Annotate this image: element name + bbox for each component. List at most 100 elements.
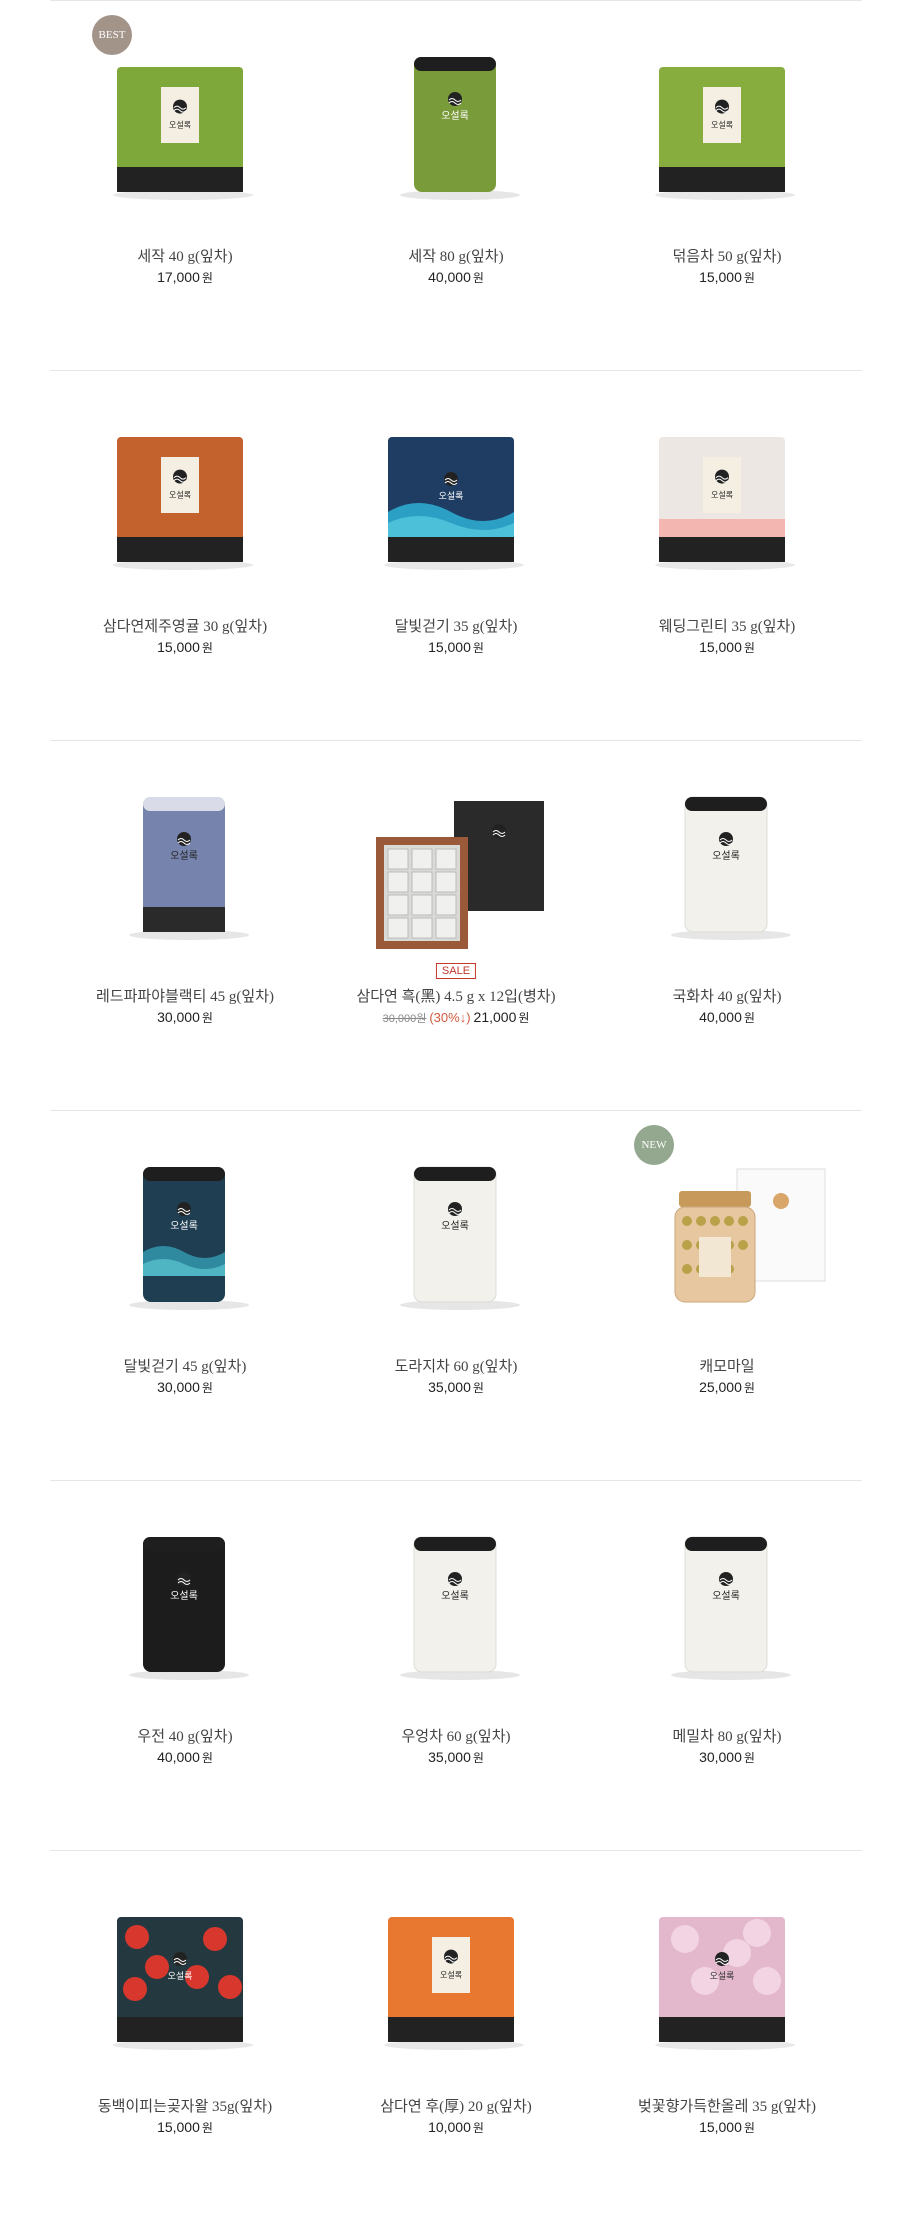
- product-card[interactable]: 오설록 웨딩그린티 35 g(잎차) 15,000 원: [592, 371, 862, 741]
- product-image[interactable]: 오설록: [592, 19, 862, 219]
- product-name[interactable]: 달빛걷기 35 g(잎차): [321, 615, 591, 636]
- product-card[interactable]: 오설록 삼다연제주영귤 30 g(잎차) 15,000 원: [50, 371, 320, 741]
- product-row: 오설록 삼다연제주영귤 30 g(잎차) 15,000 원 오설록 달빛걷기 35 g(잎…: [50, 370, 862, 740]
- product-image[interactable]: 오설록: [321, 1129, 591, 1329]
- price-value: 40,000: [699, 1009, 742, 1025]
- price-value: 17,000: [157, 269, 200, 285]
- product-card[interactable]: 오설록 달빛걷기 45 g(잎차) 30,000 원: [50, 1111, 320, 1481]
- product-name[interactable]: 삼다연 흑(黑) 4.5 g x 12입(병차): [321, 985, 591, 1006]
- product-image[interactable]: 오설록: [592, 1869, 862, 2069]
- currency-unit: 원: [201, 2121, 213, 2135]
- product-card[interactable]: 오설록동백이피는곶자왈 35g(잎차) 15,000 원: [50, 1851, 320, 2221]
- currency-unit: 원: [743, 1011, 755, 1025]
- white-pink-pouch-icon: 오설록: [655, 437, 795, 570]
- product-card[interactable]: 오설록덖음차 50 g(잎차) 15,000 원: [592, 1, 862, 371]
- product-price: 30,000원 (30%↓) 21,000 원: [321, 1009, 591, 1026]
- svg-text:오설록: 오설록: [441, 1590, 469, 1602]
- product-price: 35,000 원: [321, 1749, 591, 1766]
- original-price: 30,000원: [382, 1013, 427, 1025]
- green-pouch-icon: 오설록: [655, 67, 795, 200]
- product-card[interactable]: 오설록 레드파파야블랙티 45 g(잎차) 30,000 원: [50, 741, 320, 1111]
- product-image[interactable]: 오설록: [50, 759, 320, 959]
- product-name[interactable]: 국화차 40 g(잎차): [592, 985, 862, 1006]
- product-name[interactable]: 메밀차 80 g(잎차): [592, 1725, 862, 1746]
- product-image[interactable]: 오설록: [50, 389, 320, 589]
- product-image[interactable]: 오설록: [50, 1869, 320, 2069]
- product-card[interactable]: 오설록국화차 40 g(잎차) 40,000 원: [592, 741, 862, 1111]
- product-name[interactable]: 벚꽃향가득한올레 35 g(잎차): [592, 2095, 862, 2116]
- product-image[interactable]: [592, 1129, 862, 1329]
- price-value: 35,000: [428, 1379, 471, 1395]
- product-name[interactable]: 동백이피는곶자왈 35g(잎차): [50, 2095, 320, 2116]
- currency-unit: 원: [743, 641, 755, 655]
- product-card[interactable]: 오설록 메밀차 80 g(잎차) 30,000 원: [592, 1481, 862, 1851]
- product-card[interactable]: 오설록달빛걷기 35 g(잎차) 15,000 원: [321, 371, 591, 741]
- product-image[interactable]: 오설록: [50, 1129, 320, 1329]
- svg-text:오설록: 오설록: [170, 1220, 198, 1232]
- white-tin-icon: 오설록: [400, 1536, 520, 1680]
- product-image[interactable]: 오설록: [321, 389, 591, 589]
- white-tin-icon: 오설록: [671, 1536, 791, 1680]
- product-card[interactable]: SALE 삼다연 흑(黑) 4.5 g x 12입(병차) 30,000원 (30%↓…: [321, 741, 591, 1111]
- discount-rate: (30%↓): [429, 1010, 471, 1025]
- svg-text:오설록: 오설록: [170, 850, 198, 862]
- product-image[interactable]: 오설록: [592, 389, 862, 589]
- currency-unit: 원: [743, 2121, 755, 2135]
- pink-floral-pouch-icon: 오설록: [655, 1917, 795, 2050]
- currency-unit: 원: [472, 2121, 484, 2135]
- svg-text:오설록: 오설록: [710, 1971, 735, 1982]
- svg-text:오설록: 오설록: [712, 1590, 740, 1602]
- product-card[interactable]: 오설록세작 80 g(잎차) 40,000 원: [321, 1, 591, 371]
- product-card[interactable]: NEW 캐모마일 25,000 원: [592, 1111, 862, 1481]
- product-price: 40,000 원: [321, 269, 591, 286]
- product-name[interactable]: 세작 40 g(잎차): [50, 245, 320, 266]
- product-price: 40,000 원: [592, 1009, 862, 1026]
- product-card[interactable]: 오설록우전 40 g(잎차) 40,000 원: [50, 1481, 320, 1851]
- product-name[interactable]: 레드파파야블랙티 45 g(잎차): [50, 985, 320, 1006]
- gift-box-icon: [376, 801, 544, 949]
- new-badge: NEW: [634, 1125, 674, 1165]
- price-value: 10,000: [428, 2119, 471, 2135]
- product-name[interactable]: 삼다연제주영귤 30 g(잎차): [50, 615, 320, 636]
- svg-text:오설록: 오설록: [441, 1220, 469, 1232]
- product-name[interactable]: 캐모마일: [592, 1355, 862, 1376]
- product-price: 40,000 원: [50, 1749, 320, 1766]
- product-price: 15,000 원: [321, 639, 591, 656]
- currency-unit: 원: [201, 641, 213, 655]
- blue-wave-pouch-icon: 오설록: [384, 437, 524, 570]
- teal-tin-icon: 오설록: [129, 1167, 249, 1310]
- currency-unit: 원: [743, 271, 755, 285]
- product-name[interactable]: 삼다연 후(厚) 20 g(잎차): [321, 2095, 591, 2116]
- product-image[interactable]: 오설록: [592, 759, 862, 959]
- product-image[interactable]: 오설록: [321, 1499, 591, 1699]
- product-price: 15,000 원: [592, 269, 862, 286]
- product-name[interactable]: 달빛걷기 45 g(잎차): [50, 1355, 320, 1376]
- white-tin-icon: 오설록: [671, 796, 791, 940]
- product-name[interactable]: 덖음차 50 g(잎차): [592, 245, 862, 266]
- product-card[interactable]: 오설록 벚꽃향가득한올레 35 g(잎차) 15,000 원: [592, 1851, 862, 2221]
- currency-unit: 원: [201, 1381, 213, 1395]
- product-price: 35,000 원: [321, 1379, 591, 1396]
- product-image[interactable]: 오설록: [50, 19, 320, 219]
- sale-badge: SALE: [435, 963, 477, 979]
- product-image[interactable]: 오설록: [592, 1499, 862, 1699]
- price-value: 15,000: [157, 2119, 200, 2135]
- product-image[interactable]: 오설록: [321, 19, 591, 219]
- product-name[interactable]: 세작 80 g(잎차): [321, 245, 591, 266]
- product-name[interactable]: 웨딩그린티 35 g(잎차): [592, 615, 862, 636]
- product-card[interactable]: 오설록 BEST 세작 40 g(잎차) 17,000 원: [50, 1, 320, 371]
- price-value: 35,000: [428, 1749, 471, 1765]
- product-name[interactable]: 우전 40 g(잎차): [50, 1725, 320, 1746]
- product-card[interactable]: 오설록도라지차 60 g(잎차) 35,000 원: [321, 1111, 591, 1481]
- camellia-pouch-icon: 오설록: [113, 1917, 253, 2050]
- product-name[interactable]: 도라지차 60 g(잎차): [321, 1355, 591, 1376]
- product-card[interactable]: 오설록우엉차 60 g(잎차) 35,000 원: [321, 1481, 591, 1851]
- product-image[interactable]: [321, 759, 591, 959]
- price-value: 25,000: [699, 1379, 742, 1395]
- product-card[interactable]: 오설록삼다연 후(厚) 20 g(잎차) 10,000 원: [321, 1851, 591, 2221]
- svg-text:오설록: 오설록: [712, 850, 740, 862]
- product-image[interactable]: 오설록: [50, 1499, 320, 1699]
- product-image[interactable]: 오설록: [321, 1869, 591, 2069]
- svg-text:오설록: 오설록: [169, 119, 191, 129]
- product-name[interactable]: 우엉차 60 g(잎차): [321, 1725, 591, 1746]
